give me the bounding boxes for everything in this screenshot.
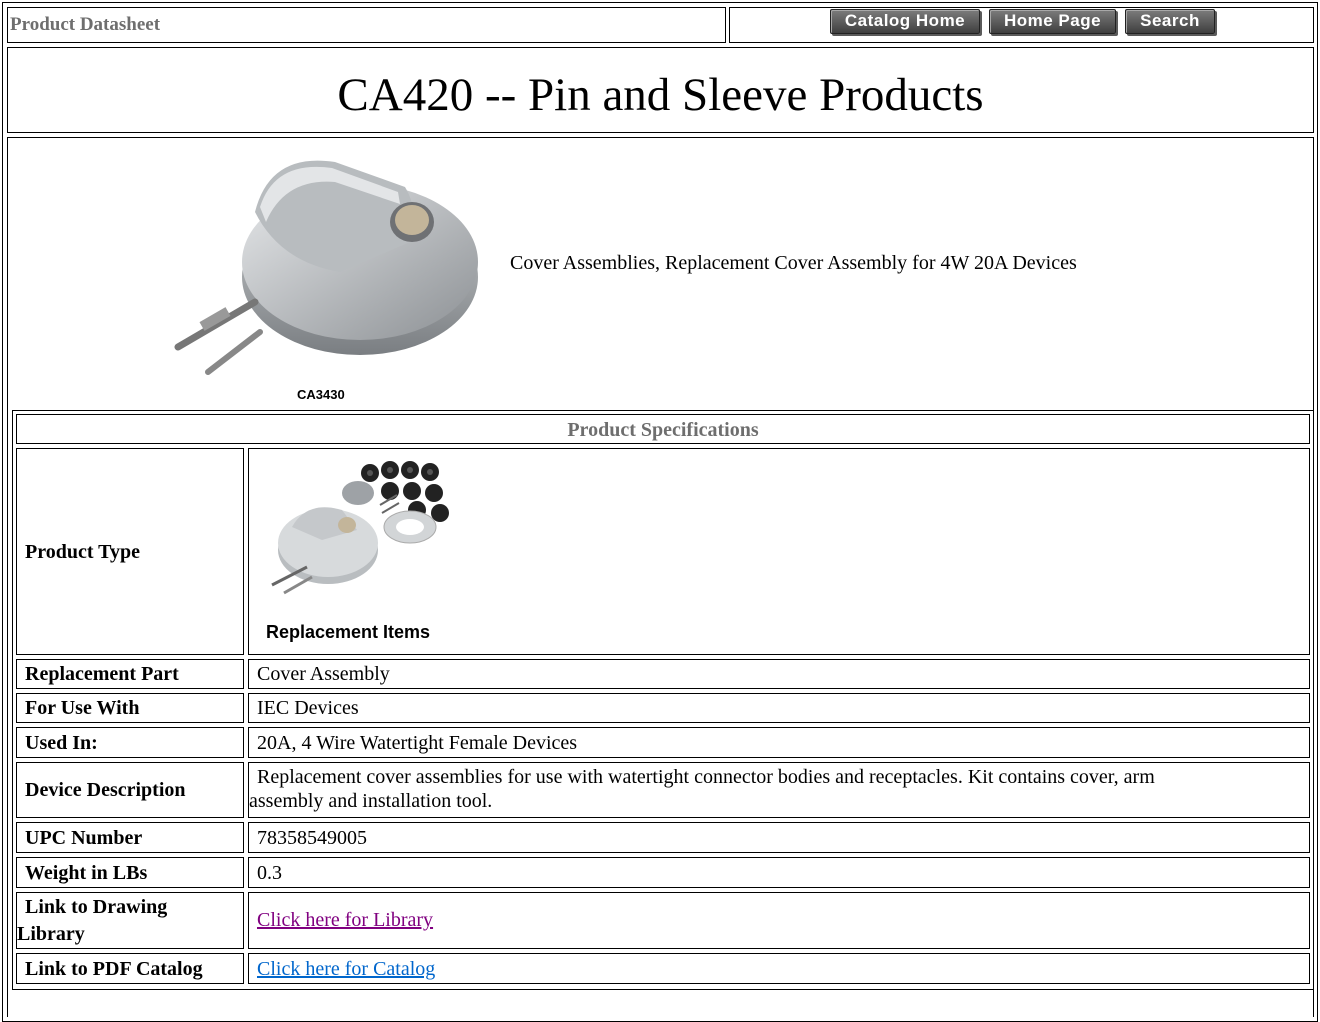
spec-label-cell: Device Description xyxy=(16,762,244,818)
spec-value-cell: 78358549005 xyxy=(248,822,1310,853)
spec-value: 0.3 xyxy=(257,862,282,884)
header-label: Product Datasheet xyxy=(10,14,161,35)
spec-label: Used In: xyxy=(25,732,98,754)
spec-value-cell: Replacement cover assemblies for use wit… xyxy=(248,762,1310,818)
spec-label-cell: UPC Number xyxy=(16,822,244,853)
spec-value-cell: Click here for Library xyxy=(248,892,1310,949)
spec-value: assembly and installation tool. xyxy=(249,790,493,812)
spec-value: 78358549005 xyxy=(257,827,367,849)
spec-label: Link to Drawing xyxy=(25,896,168,918)
spec-label: Link to PDF Catalog xyxy=(25,958,203,980)
spec-value: Cover Assembly xyxy=(257,663,390,685)
page-title: CA420 -- Pin and Sleeve Products xyxy=(337,69,984,121)
spec-label: For Use With xyxy=(25,697,140,719)
spec-label-cell: Link to PDF Catalog xyxy=(16,953,244,984)
title-cell: CA420 -- Pin and Sleeve Products xyxy=(7,47,1314,133)
specs-heading: Product Specifications xyxy=(567,419,759,441)
spec-value-cell: 0.3 xyxy=(248,857,1310,888)
cover-assembly-image xyxy=(174,160,478,375)
spec-label: Device Description xyxy=(25,779,186,801)
spec-label-cell: Link to Drawing Library xyxy=(16,892,244,949)
spec-value-cell: 20A, 4 Wire Watertight Female Devices xyxy=(248,727,1310,758)
spec-label-cell: Replacement Part xyxy=(16,659,244,689)
search-button[interactable]: Search xyxy=(1125,9,1215,34)
spec-label-cell: Used In: xyxy=(16,727,244,758)
spec-label: UPC Number xyxy=(25,827,143,849)
product-type-image-caption: Replacement Items xyxy=(266,622,431,642)
specs-heading-cell: Product Specifications xyxy=(16,414,1310,444)
drawing-library-link[interactable]: Click here for Library xyxy=(257,909,433,932)
spec-label-cell: For Use With xyxy=(16,693,244,723)
spec-value-cell: Cover Assembly xyxy=(248,659,1310,689)
spec-value: Replacement cover assemblies for use wit… xyxy=(257,766,1155,788)
product-description: Cover Assemblies, Replacement Cover Asse… xyxy=(510,252,1077,274)
product-type-label-cell: Product Type xyxy=(16,448,244,655)
spec-label: Library xyxy=(17,923,85,945)
product-type-label: Product Type xyxy=(25,541,141,563)
replacement-items-image xyxy=(271,461,449,595)
home-page-button[interactable]: Home Page xyxy=(989,9,1116,34)
spec-value: 20A, 4 Wire Watertight Female Devices xyxy=(257,732,578,754)
spec-value: IEC Devices xyxy=(257,697,359,719)
spec-value-cell: IEC Devices xyxy=(248,693,1310,723)
catalog-home-button[interactable]: Catalog Home xyxy=(830,9,980,34)
spec-value-cell: Click here for Catalog xyxy=(248,953,1310,984)
pdf-catalog-link[interactable]: Click here for Catalog xyxy=(257,958,435,981)
spec-label-cell: Weight in LBs xyxy=(16,857,244,888)
header-left-cell: Product Datasheet xyxy=(7,7,726,43)
product-image-caption: CA3430 xyxy=(297,387,345,402)
spec-label: Replacement Part xyxy=(25,663,179,685)
spec-label: Weight in LBs xyxy=(25,862,148,884)
